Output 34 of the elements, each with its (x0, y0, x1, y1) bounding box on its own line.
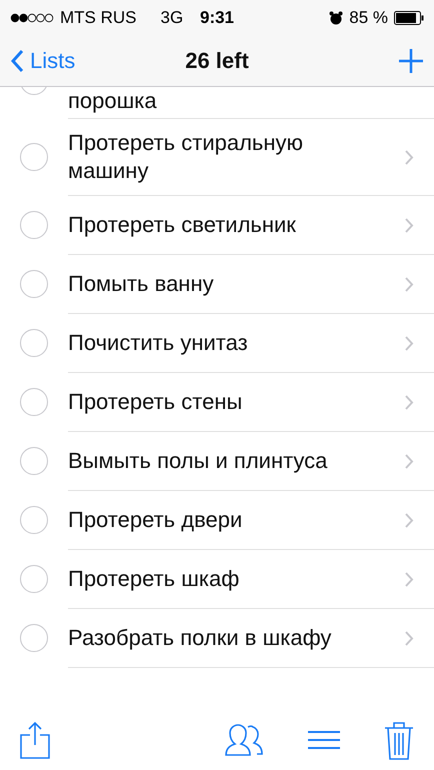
chevron-icon[interactable] (405, 276, 414, 292)
reminder-text: Разобрать полки в шкафу (68, 624, 332, 652)
battery-icon (394, 11, 424, 25)
chevron-icon[interactable] (405, 394, 414, 410)
carrier-name: MTS RUS (60, 8, 136, 28)
alarm-icon (329, 11, 344, 25)
chevron-icon[interactable] (405, 336, 414, 350)
reminder-text: Вымыть полы и плинтуса (68, 447, 328, 475)
chevron-icon[interactable] (405, 572, 414, 586)
people-icon[interactable] (224, 722, 264, 756)
reminder-text: Протереть стены (68, 388, 244, 416)
back-button[interactable]: Lists (10, 48, 186, 74)
signal-icon (10, 13, 54, 23)
reminder-text: Протереть шкаф (68, 565, 240, 593)
menu-icon[interactable] (308, 730, 340, 750)
add-icon[interactable] (398, 48, 424, 74)
clock-time: 9:31 (200, 8, 234, 28)
chevron-icon[interactable] (405, 218, 414, 232)
reminder-text: Помыть ванну (68, 270, 215, 298)
chevron-icon (10, 49, 24, 73)
chevron-icon[interactable] (405, 454, 414, 468)
chevron-icon[interactable] (405, 512, 414, 528)
network-type: 3G (160, 8, 184, 28)
share-icon[interactable] (20, 720, 50, 758)
battery-percent: 85 % (349, 8, 388, 28)
reminder-text: Протереть двери (68, 506, 244, 534)
list-title: 26 left (185, 48, 249, 74)
reminder-text: порошка (68, 87, 158, 115)
chevron-icon[interactable] (405, 630, 414, 646)
chevron-icon[interactable] (405, 150, 414, 164)
reminder-text: Протереть стиральную машину (68, 129, 304, 185)
reminder-text: Почистить унитаз (68, 329, 249, 357)
trash-icon[interactable] (384, 720, 414, 760)
reminder-text: Протереть светильник (68, 211, 297, 239)
